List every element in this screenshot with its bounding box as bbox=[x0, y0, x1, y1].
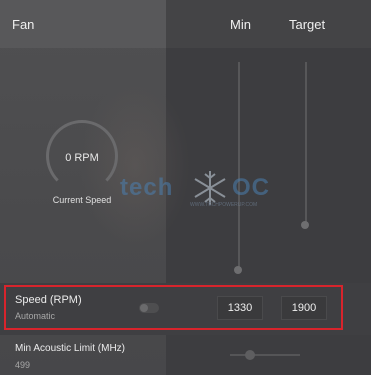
highlight-box bbox=[4, 285, 343, 330]
min-slider-thumb[interactable] bbox=[234, 266, 242, 274]
gauge-label: Current Speed bbox=[52, 195, 112, 205]
gauge-value: 0 RPM bbox=[65, 152, 99, 164]
acoustic-slider-track[interactable] bbox=[230, 354, 300, 356]
watermark: tech OC WWW.TECHPOWERUP.COM bbox=[120, 168, 290, 214]
column-header-min: Min bbox=[230, 17, 251, 32]
watermark-text-right: OC bbox=[232, 174, 270, 201]
column-header-target: Target bbox=[289, 17, 326, 32]
target-slider-thumb[interactable] bbox=[301, 221, 309, 229]
acoustic-limit-label: Min Acoustic Limit (MHz) bbox=[15, 343, 126, 354]
acoustic-slider-thumb[interactable] bbox=[245, 350, 255, 360]
min-slider-track[interactable] bbox=[238, 62, 240, 272]
section-title: Fan bbox=[12, 17, 35, 32]
watermark-subtext: WWW.TECHPOWERUP.COM bbox=[190, 202, 258, 208]
target-slider-track[interactable] bbox=[305, 62, 307, 227]
watermark-text-left: tech bbox=[120, 174, 174, 201]
acoustic-limit-value: 499 bbox=[15, 360, 31, 370]
header-right bbox=[166, 0, 371, 48]
